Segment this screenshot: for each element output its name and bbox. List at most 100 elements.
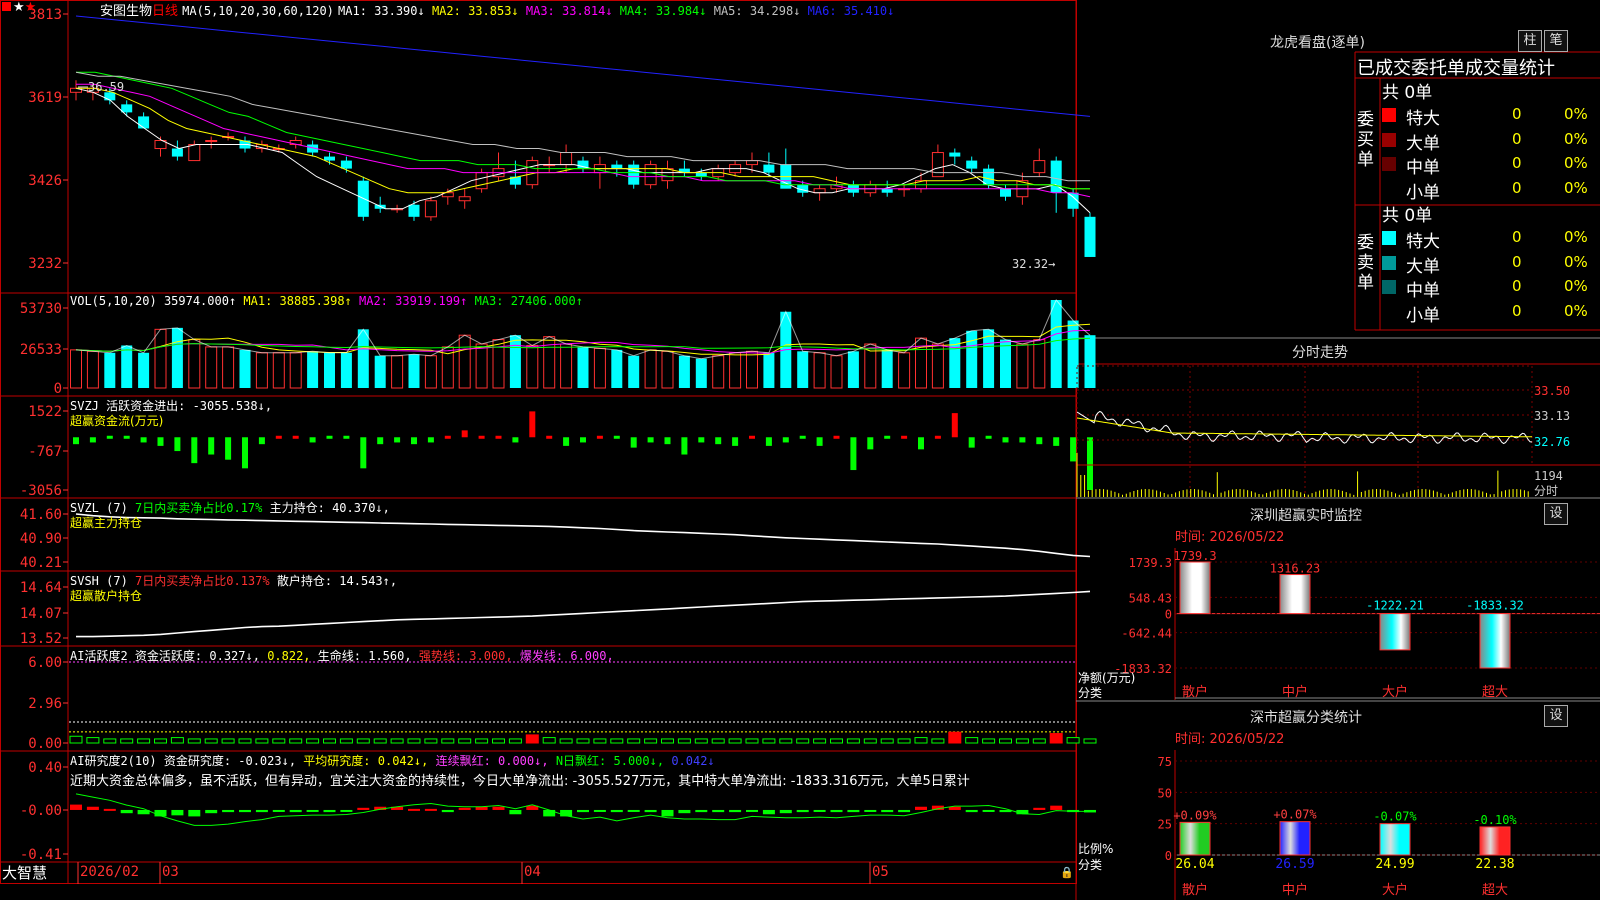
research-header: AI研究度2(10) 资金研究度: -0.023↓, 平均研究度: 0.042↓…	[70, 752, 715, 769]
monitor-bar-3	[1479, 613, 1511, 669]
volume-bar-16	[340, 352, 352, 388]
ai-axis-label-1: 2.96	[28, 696, 62, 712]
ai-bars	[69, 731, 1097, 744]
vol-header: VOL(5,10,20) 35974.000↑ MA1: 38885.398↑ …	[70, 294, 583, 308]
volume-bar-35	[661, 350, 674, 389]
sell-row-name: 大单	[1406, 256, 1440, 277]
favorite-star-icon[interactable]: ★	[13, 0, 25, 15]
volume-bar-52	[949, 338, 961, 388]
buy-row-swatch	[1382, 132, 1396, 147]
ai-bar-37	[694, 738, 708, 744]
vol-legend-item-4: MA3: 27406.000↑	[467, 294, 583, 308]
ai-bar-56	[1015, 738, 1029, 744]
svsh-title: SVSH (7)	[70, 574, 128, 588]
research-item2: 平均研究度: 0.042↓,	[303, 754, 429, 768]
svzl-line2: 超赢主力持仓	[70, 516, 143, 530]
classify-axis-label-0: 75	[1158, 755, 1172, 769]
research-bar-8	[205, 809, 218, 814]
research-bar-9	[222, 809, 235, 813]
vol-axis-label-0: 53730	[20, 301, 62, 317]
svzj-bar-51	[934, 435, 941, 439]
sell-row: 大单 0 0%	[1382, 252, 1600, 277]
ai-bar-20	[407, 738, 421, 744]
volume-bar-39	[729, 352, 742, 389]
volume-bars	[70, 299, 1096, 389]
period-label[interactable]: 日线	[152, 4, 178, 19]
research-bar-49	[898, 809, 911, 813]
volume-bar-0	[70, 349, 82, 389]
svzj-bar-33	[630, 437, 637, 448]
svzj-bar-55	[1002, 437, 1009, 443]
svzj-bar-37	[698, 437, 705, 443]
lock-icon[interactable]: 🔒	[1060, 866, 1074, 879]
monitor-settings-button[interactable]: 设	[1544, 503, 1568, 525]
research-bar-13	[289, 809, 302, 813]
research-bar-30	[577, 809, 589, 813]
svzj-bar-24	[478, 435, 485, 439]
svzj-bar-2	[106, 435, 113, 439]
volume-bar-49	[898, 352, 911, 389]
research-bar-39	[729, 809, 742, 813]
svzj-bar-53	[968, 437, 975, 448]
volume-bar-30	[577, 346, 589, 388]
research-bar-32	[610, 809, 623, 813]
buy-row-name: 大单	[1406, 133, 1440, 154]
vol-axis-label-2: 0	[54, 381, 62, 397]
sell-row-value: 0	[1512, 252, 1522, 271]
monitor-bar-label-3: -1833.32	[1466, 599, 1524, 613]
stock-name[interactable]: 安图生物	[100, 4, 152, 19]
buy-row: 特大 0 0%	[1382, 104, 1600, 129]
research-bar-44	[813, 809, 826, 812]
svzj-bar-21	[427, 437, 434, 443]
ai-bar-25	[492, 738, 505, 744]
buy-row-value: 0	[1512, 178, 1522, 197]
sell-row-value: 0	[1512, 277, 1522, 295]
svzj-bar-16	[343, 435, 350, 439]
ai-axis-label-2: 0.00	[28, 736, 62, 752]
volume-bar-14	[307, 351, 319, 388]
sell-row: 中单 0 0%	[1382, 276, 1600, 301]
svzj-axis-label-1: -767	[28, 444, 62, 460]
volume-bar-38	[712, 355, 725, 389]
volume-bar-34	[644, 349, 657, 389]
monitor-axis-label-3: -642.44	[1121, 627, 1172, 641]
tick-mode-button[interactable]: 笔	[1544, 30, 1568, 52]
classify-category-2: 大户	[1382, 882, 1408, 898]
classify-axis-label-3: 0	[1165, 849, 1172, 863]
svsh-line	[76, 590, 1091, 638]
ai-bar-52	[948, 731, 962, 744]
candle-body-55	[1000, 188, 1011, 197]
research-bar-47	[864, 809, 877, 812]
ma-legend-item-1: MA1: 33.390↓	[338, 4, 425, 18]
ai-bar-11	[255, 738, 269, 744]
classify-time: 时间: 2026/05/22	[1175, 732, 1285, 747]
svzj-bar-45	[833, 435, 840, 439]
buy-side-label: 委买单	[1357, 110, 1374, 170]
svzj-bar-59	[1070, 437, 1077, 462]
research-bar-2	[103, 808, 116, 811]
ai-bar-13	[289, 738, 303, 744]
svzj-bar-10	[242, 437, 248, 469]
research-bar-54	[982, 809, 995, 812]
ai-bar-18	[373, 738, 387, 744]
svzj-bar-4	[140, 437, 147, 443]
monitor-time: 时间: 2026/05/22	[1175, 530, 1285, 545]
volume-bar-12	[272, 352, 285, 389]
classify-settings-button[interactable]: 设	[1544, 705, 1568, 727]
bar-mode-button[interactable]: 柱	[1518, 30, 1542, 52]
monitor-bar-1	[1279, 574, 1311, 615]
ai-bar-27	[525, 734, 539, 744]
buy-row: 中单 0 0%	[1382, 153, 1600, 178]
candle-body-33	[628, 164, 640, 185]
buy-total: 共 0单	[1382, 83, 1433, 103]
buy-row: 大单 0 0%	[1382, 129, 1600, 154]
ai-bar-26	[508, 738, 522, 744]
volume-bar-36	[678, 355, 690, 388]
intraday-title: 分时走势	[1292, 345, 1348, 361]
research-bar-48	[881, 809, 894, 813]
candle-body-6	[171, 148, 183, 157]
research-bar-50	[915, 806, 927, 810]
svsh-item2: 散户持仓: 14.543↑,	[276, 574, 398, 588]
svzj-axis-label-2: -3056	[20, 483, 62, 499]
svzj-bar-23	[461, 430, 468, 438]
